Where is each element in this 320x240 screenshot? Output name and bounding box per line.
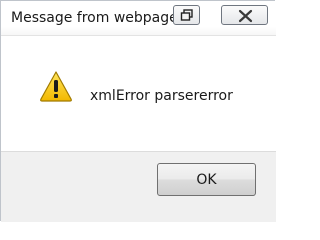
dialog-body: xmlError parsererror <box>1 35 276 151</box>
title-bar-shadow <box>1 27 276 35</box>
close-icon <box>238 9 253 23</box>
title-bar[interactable]: Message from webpage <box>1 1 276 35</box>
restore-icon <box>180 9 193 21</box>
restore-button[interactable] <box>173 5 200 25</box>
message-dialog: Message from webpage xmlError parsererro… <box>0 0 276 222</box>
dialog-footer: OK <box>1 151 276 222</box>
close-button[interactable] <box>221 5 268 25</box>
ok-button[interactable]: OK <box>157 163 256 196</box>
warning-icon <box>40 71 72 102</box>
dialog-message: xmlError parsererror <box>90 88 233 104</box>
window-title: Message from webpage <box>11 10 178 26</box>
